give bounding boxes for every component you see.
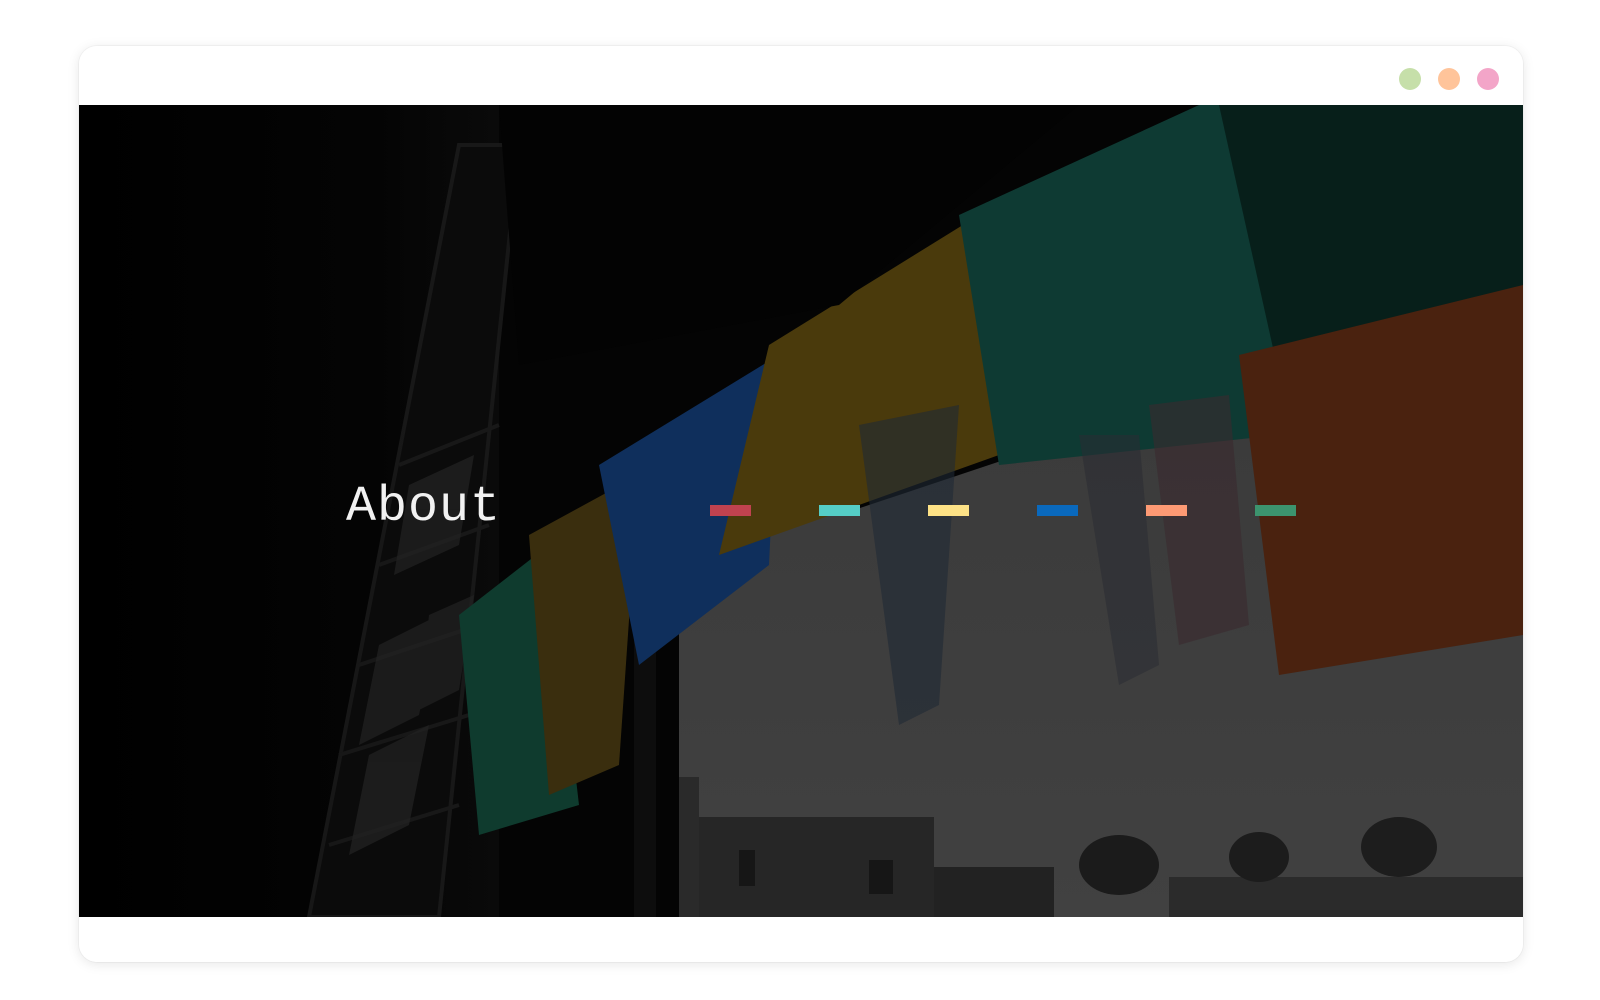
window-control-green[interactable] xyxy=(1399,68,1421,90)
color-bar-red[interactable] xyxy=(710,505,751,516)
color-bar-green[interactable] xyxy=(1255,505,1296,516)
hero-background-image xyxy=(79,105,1523,917)
color-bar-yellow[interactable] xyxy=(928,505,969,516)
browser-window: About xyxy=(79,46,1523,962)
window-control-orange[interactable] xyxy=(1438,68,1460,90)
color-bar-blue[interactable] xyxy=(1037,505,1078,516)
page-title: About xyxy=(346,479,502,536)
hero-section: About xyxy=(79,105,1523,917)
color-bar-salmon[interactable] xyxy=(1146,505,1187,516)
window-footer xyxy=(79,917,1523,962)
color-bar-teal[interactable] xyxy=(819,505,860,516)
window-titlebar xyxy=(79,46,1523,105)
window-control-pink[interactable] xyxy=(1477,68,1499,90)
